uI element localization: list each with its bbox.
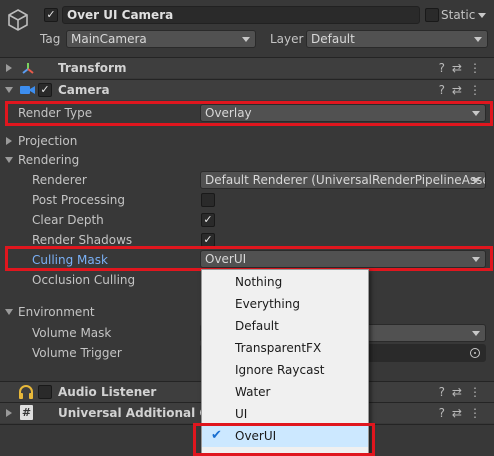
renderer-label: Renderer xyxy=(32,173,87,187)
gameobject-name-field[interactable]: Over UI Camera xyxy=(62,6,420,24)
menu-item-label: Water xyxy=(235,385,271,399)
gameobject-icon xyxy=(6,8,30,32)
post-processing-label: Post Processing xyxy=(32,193,125,207)
component-menu-icons[interactable]: ?⇄⋮ xyxy=(439,61,488,75)
renderer-dropdown[interactable]: Default Renderer (UniversalRenderPipelin… xyxy=(200,171,486,189)
volume-mask-label: Volume Mask xyxy=(32,326,112,340)
culling-mask-menu: Nothing Everything Default TransparentFX… xyxy=(201,269,369,456)
projection-label[interactable]: Projection xyxy=(18,134,77,148)
transform-icon xyxy=(20,61,36,77)
foldout-arrow-icon[interactable] xyxy=(5,309,13,315)
menu-item-label: Nothing xyxy=(235,275,283,289)
transform-header[interactable]: Transform ?⇄⋮ xyxy=(0,57,494,78)
object-picker-icon[interactable] xyxy=(470,348,480,358)
tag-value: MainCamera xyxy=(71,32,147,46)
active-checkbox[interactable]: ✓ xyxy=(44,8,58,22)
camera-enabled-checkbox[interactable]: ✓ xyxy=(38,83,52,97)
camera-title: Camera xyxy=(58,83,110,97)
component-menu-icons[interactable]: ?⇄⋮ xyxy=(439,83,488,97)
chevron-down-icon xyxy=(474,37,482,42)
occlusion-culling-label: Occlusion Culling xyxy=(32,273,136,287)
menu-item-label: UI xyxy=(235,407,248,421)
checkmark-icon: ✔ xyxy=(211,428,222,443)
layer-dropdown[interactable]: Default xyxy=(306,30,488,48)
layer-value: Default xyxy=(311,32,355,46)
menu-item-water[interactable]: Water xyxy=(202,381,368,403)
menu-item-ignore-raycast[interactable]: Ignore Raycast xyxy=(202,359,368,381)
menu-item-ui[interactable]: UI xyxy=(202,403,368,425)
render-type-value: Overlay xyxy=(205,106,252,120)
foldout-arrow-icon[interactable] xyxy=(6,64,12,72)
menu-item-nothing[interactable]: Nothing xyxy=(202,271,368,293)
chevron-down-icon xyxy=(472,257,480,262)
post-processing-checkbox[interactable] xyxy=(201,193,215,207)
headphones-icon xyxy=(18,385,34,399)
render-shadows-label: Render Shadows xyxy=(32,233,133,247)
foldout-arrow-icon[interactable] xyxy=(6,409,12,417)
layer-label: Layer xyxy=(270,32,304,46)
menu-item-label: Ignore Raycast xyxy=(235,363,325,377)
menu-item-default[interactable]: Default xyxy=(202,315,368,337)
script-icon: # xyxy=(20,405,33,420)
rendering-label[interactable]: Rendering xyxy=(18,153,79,167)
menu-item-label: Default xyxy=(235,319,279,333)
menu-item-transparentfx[interactable]: TransparentFX xyxy=(202,337,368,359)
menu-item-label: OverUI xyxy=(235,429,277,443)
foldout-arrow-icon[interactable] xyxy=(6,137,12,145)
menu-item-overui[interactable]: ✔ OverUI xyxy=(202,425,368,447)
tag-label: Tag xyxy=(40,32,61,46)
static-checkbox[interactable] xyxy=(425,8,439,22)
menu-item-label: TransparentFX xyxy=(235,341,322,355)
volume-trigger-label: Volume Trigger xyxy=(32,346,122,360)
clear-depth-label: Clear Depth xyxy=(32,213,104,227)
chevron-down-icon xyxy=(472,178,480,183)
menu-item-label: Everything xyxy=(235,297,300,311)
foldout-arrow-icon[interactable] xyxy=(5,157,13,163)
object-picker-dot-icon xyxy=(474,352,476,354)
culling-mask-label: Culling Mask xyxy=(32,253,108,267)
culling-mask-dropdown[interactable]: OverUI xyxy=(200,250,486,268)
audio-listener-title: Audio Listener xyxy=(58,385,157,399)
chevron-down-icon xyxy=(472,111,480,116)
audio-listener-enabled-checkbox[interactable] xyxy=(38,385,52,399)
transform-title: Transform xyxy=(58,61,127,75)
tag-dropdown[interactable]: MainCamera xyxy=(66,30,256,48)
static-dropdown-icon[interactable] xyxy=(478,13,486,18)
component-menu-icons[interactable]: ?⇄⋮ xyxy=(439,406,488,420)
chevron-down-icon xyxy=(472,331,480,336)
clear-depth-checkbox[interactable]: ✓ xyxy=(201,213,215,227)
component-menu-icons[interactable]: ?⇄⋮ xyxy=(439,385,488,399)
render-type-dropdown[interactable]: Overlay xyxy=(200,104,486,122)
culling-mask-value: OverUI xyxy=(205,252,247,266)
camera-header[interactable]: ✓ Camera ?⇄⋮ xyxy=(0,79,494,100)
render-shadows-checkbox[interactable]: ✓ xyxy=(201,233,215,247)
menu-item-everything[interactable]: Everything xyxy=(202,293,368,315)
chevron-down-icon xyxy=(242,37,250,42)
camera-icon xyxy=(20,84,36,96)
environment-label[interactable]: Environment xyxy=(18,305,95,319)
static-label: Static xyxy=(441,8,476,22)
renderer-value: Default Renderer (UniversalRenderPipelin… xyxy=(205,173,486,187)
render-type-label: Render Type xyxy=(18,106,93,120)
foldout-arrow-icon[interactable] xyxy=(5,87,13,93)
